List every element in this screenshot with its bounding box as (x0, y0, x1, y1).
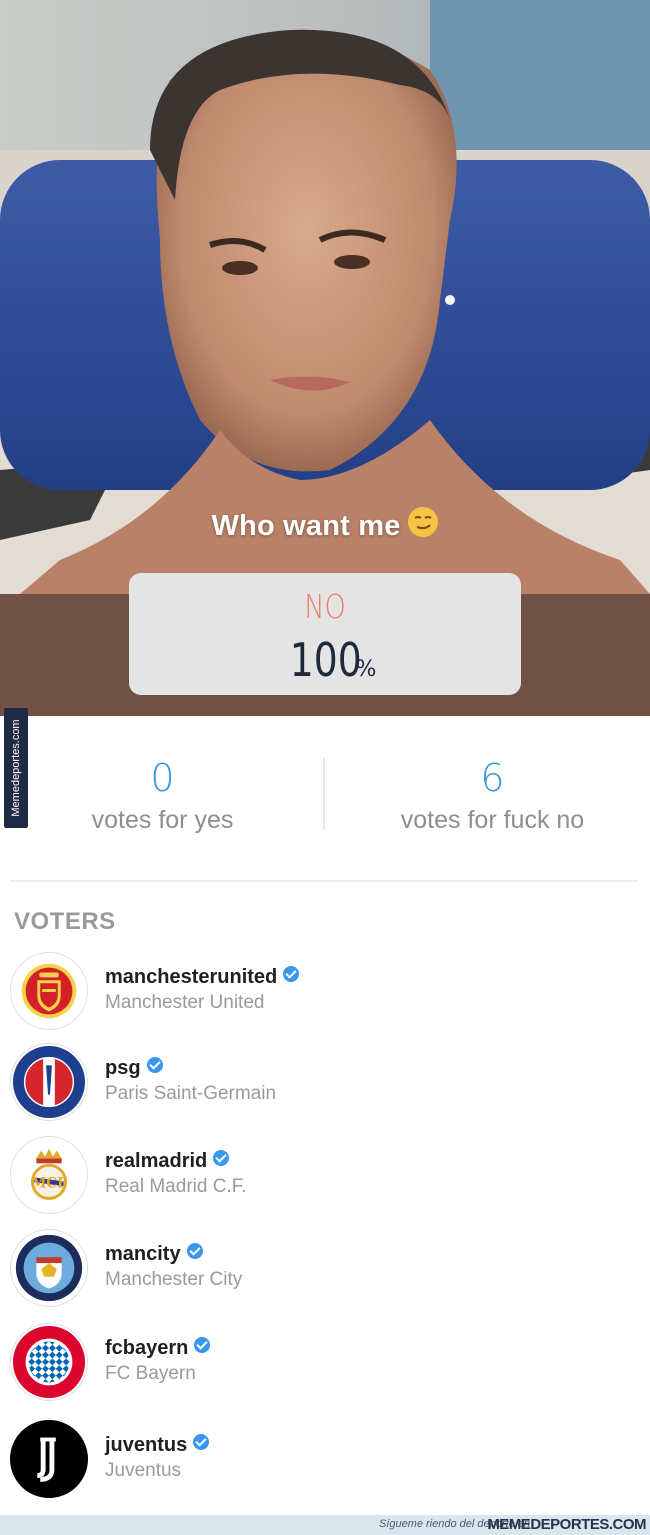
footer-watermark-brand: MEMEDEPORTES.COM (487, 1516, 646, 1533)
story-caption: Who want me (0, 506, 650, 546)
counts-divider (323, 758, 325, 830)
voter-handle-text: manchesterunited (105, 966, 278, 988)
voter-full-name: Manchester City (105, 1269, 243, 1290)
voter-handle[interactable]: realmadrid (105, 1150, 230, 1173)
voter-handle-text: fcbayern (105, 1337, 189, 1359)
voter-handle[interactable]: psg (105, 1057, 163, 1080)
real-madrid-crest-icon[interactable]: MCF (10, 1136, 88, 1214)
fc-bayern-crest-icon[interactable] (10, 1323, 88, 1401)
voter-row[interactable]: mancity Manchester City (0, 1229, 650, 1309)
yes-votes[interactable]: 0 votes for yes (40, 756, 285, 835)
voter-full-name: Paris Saint-Germain (105, 1083, 277, 1104)
voter-full-name: Manchester United (105, 992, 265, 1013)
verified-badge-icon (193, 1434, 210, 1450)
poll-sticker[interactable]: NO 100% (129, 573, 521, 695)
voter-full-name: Real Madrid C.F. (105, 1176, 247, 1197)
manchester-united-crest-icon[interactable] (10, 952, 88, 1030)
story-view: Who want me NO 100% (0, 0, 650, 716)
voter-row[interactable]: psg Paris Saint-Germain (0, 1043, 650, 1123)
voter-handle-text: psg (105, 1057, 141, 1079)
voter-full-name: Juventus (105, 1460, 182, 1481)
voter-row[interactable]: juventus Juventus (0, 1420, 650, 1500)
voter-handle[interactable]: fcbayern (105, 1337, 211, 1360)
poll-result-value: 100 (289, 633, 362, 687)
voters-heading: VOTERS (14, 908, 116, 935)
smirk-emoji-icon (407, 506, 439, 546)
voter-full-name: FC Bayern (105, 1363, 196, 1384)
caption-text: Who want me (211, 510, 401, 542)
no-votes-count: 6 (480, 756, 505, 800)
yes-votes-label: votes for yes (91, 806, 234, 834)
voter-handle-text: realmadrid (105, 1150, 208, 1172)
voter-row[interactable]: fcbayern FC Bayern (0, 1323, 650, 1403)
verified-badge-icon (194, 1337, 211, 1353)
story-photo (0, 0, 650, 594)
poll-result: 100% (129, 633, 521, 687)
verified-badge-icon (213, 1150, 230, 1166)
section-divider (10, 880, 638, 882)
voter-handle[interactable]: mancity (105, 1243, 203, 1266)
vote-counts: 0 votes for yes 6 votes for fuck no (0, 716, 650, 866)
verified-badge-icon (186, 1243, 203, 1259)
voter-handle[interactable]: manchesterunited (105, 966, 300, 989)
verified-badge-icon (146, 1057, 163, 1073)
yes-votes-count: 0 (150, 756, 175, 800)
voter-row[interactable]: MCF realmadrid Real Madrid C.F. (0, 1136, 650, 1216)
juventus-logo-icon[interactable] (10, 1420, 88, 1498)
svg-text:MCF: MCF (31, 1176, 67, 1192)
footer-watermark: Sígueme riendo del deporte en MEMEDEPORT… (0, 1515, 650, 1535)
voter-row[interactable]: manchesterunited Manchester United (0, 952, 650, 1032)
no-votes-label: votes for fuck no (400, 806, 585, 834)
voter-handle-text: mancity (105, 1243, 181, 1265)
voter-handle-text: juventus (105, 1434, 188, 1456)
no-votes[interactable]: 6 votes for fuck no (345, 756, 640, 835)
poll-option-no: NO (304, 587, 346, 626)
verified-badge-icon (283, 966, 300, 982)
voter-handle[interactable]: juventus (105, 1434, 210, 1457)
manchester-city-crest-icon[interactable] (10, 1229, 88, 1307)
psg-crest-icon[interactable] (10, 1043, 88, 1121)
